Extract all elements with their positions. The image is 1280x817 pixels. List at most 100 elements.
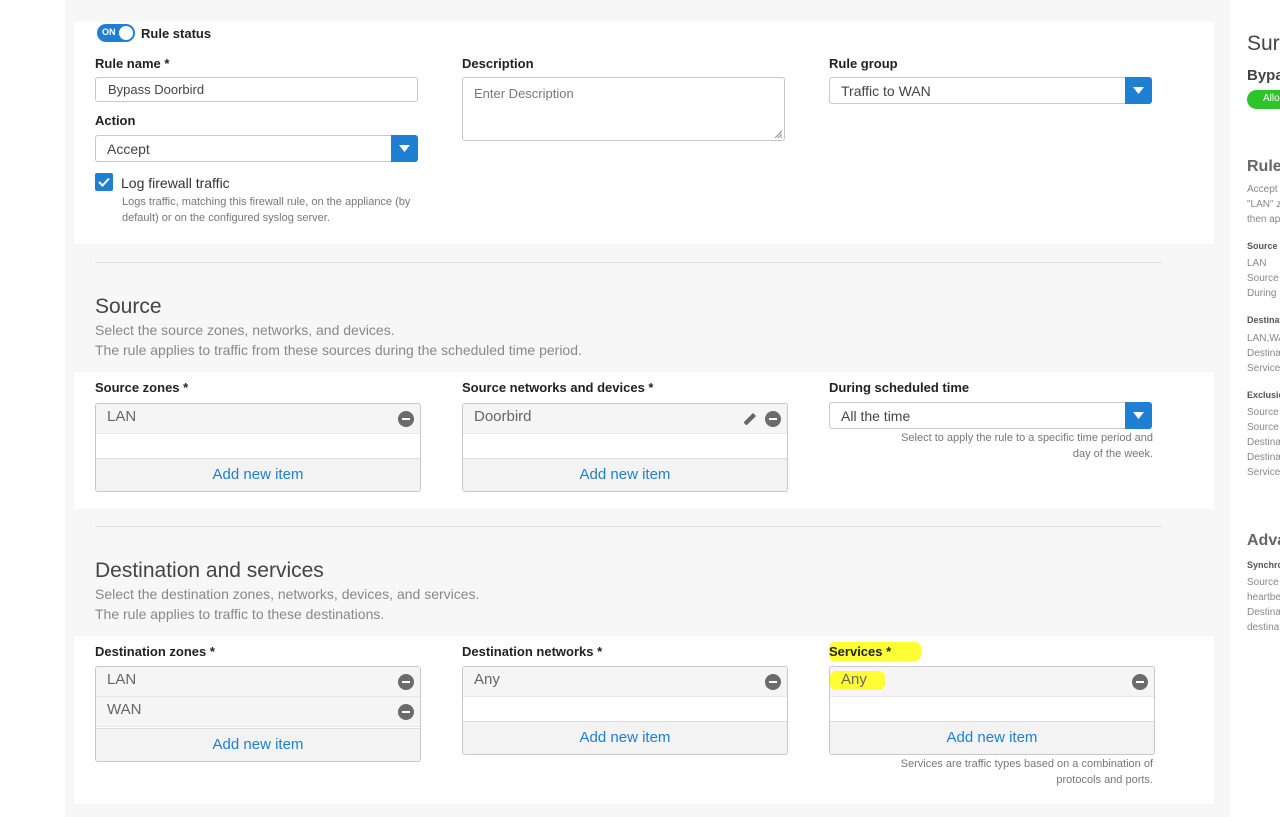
resize-handle-icon[interactable] [774, 130, 782, 138]
list-item: LAN [96, 667, 420, 697]
chevron-down-icon[interactable] [1125, 77, 1152, 104]
summary-source-line: Source [1247, 273, 1279, 284]
rule-group-select[interactable]: Traffic to WAN [829, 77, 1152, 104]
description-textarea[interactable]: Enter Description [462, 77, 785, 141]
summary-sync-line: Source [1247, 577, 1279, 588]
list-item-label: LAN [107, 671, 137, 688]
summary-exclusion-line: Destina [1247, 437, 1280, 448]
add-destination-zone-button[interactable]: Add new item [96, 728, 420, 761]
summary-exclusion-line: Source [1247, 422, 1279, 433]
destination-section-title: Destination and services [95, 559, 324, 582]
remove-icon[interactable] [398, 411, 414, 427]
summary-sync-line: heartbe [1247, 592, 1280, 603]
summary-destination-line: Service [1247, 363, 1280, 374]
summary-source-line: During [1247, 288, 1277, 299]
list-item-label: Doorbird [474, 408, 532, 425]
summary-rule-line: Accept [1247, 184, 1278, 195]
add-service-button[interactable]: Add new item [830, 721, 1154, 754]
source-networks-label: Source networks and devices * [462, 380, 654, 395]
section-divider [95, 262, 1162, 263]
schedule-select[interactable]: All the time [829, 402, 1152, 429]
list-item-label: WAN [107, 701, 142, 718]
add-source-network-button[interactable]: Add new item [463, 458, 787, 491]
schedule-hint-1: Select to apply the rule to a specific t… [901, 432, 1153, 444]
summary-exclusion-line: Destina [1247, 452, 1280, 463]
schedule-label: During scheduled time [829, 380, 970, 395]
remove-icon[interactable] [398, 704, 414, 720]
source-card: Source zones * LAN Add new item Source n… [74, 372, 1214, 509]
summary-title: Sur [1247, 32, 1280, 55]
remove-icon[interactable] [398, 674, 414, 690]
list-item: WAN [96, 697, 420, 727]
summary-source-heading: Source a [1247, 241, 1280, 251]
source-zones-list: LAN Add new item [95, 403, 421, 492]
destination-zones-list: LAN WAN Add new item [95, 666, 421, 762]
summary-rule-name: Bypa [1247, 67, 1280, 84]
services-hint-1: Services are traffic types based on a co… [900, 758, 1153, 770]
summary-sync-line: Destina [1247, 607, 1280, 618]
list-item: Doorbird [463, 404, 787, 434]
rule-group-value: Traffic to WAN [841, 83, 931, 99]
list-item-label: LAN [107, 408, 137, 425]
summary-exclusion-heading: Exclusio [1247, 390, 1280, 400]
left-gutter [0, 0, 65, 817]
edit-pencil-icon[interactable] [741, 410, 759, 428]
remove-icon[interactable] [765, 674, 781, 690]
destination-networks-list: Any Add new item [462, 666, 788, 755]
main-content: ON Rule status Rule name * Bypass Doorbi… [65, 0, 1230, 817]
list-item: Any [463, 667, 787, 697]
source-section-title: Source [95, 295, 162, 318]
log-traffic-label: Log firewall traffic [121, 175, 230, 191]
destination-desc-1: Select the destination zones, networks, … [95, 586, 480, 602]
source-zones-label: Source zones * [95, 380, 189, 395]
summary-rule-line: "LAN" z [1247, 199, 1280, 210]
log-traffic-checkbox[interactable] [95, 173, 113, 191]
rule-group-label: Rule group [829, 56, 898, 71]
summary-source-line: LAN [1247, 258, 1267, 269]
summary-exclusion-line: Service [1247, 467, 1280, 478]
action-select[interactable]: Accept [95, 135, 418, 162]
source-networks-list: Doorbird Add new item [462, 403, 788, 492]
rule-status-toggle[interactable]: ON [97, 24, 135, 42]
chevron-down-icon[interactable] [391, 135, 418, 162]
chevron-down-icon[interactable] [1125, 402, 1152, 429]
summary-sync-line: destina [1247, 622, 1280, 633]
source-desc-2: The rule applies to traffic from these s… [95, 342, 582, 358]
rule-settings-card: ON Rule status Rule name * Bypass Doorbi… [74, 22, 1214, 244]
check-icon [98, 177, 110, 187]
rule-status-label: Rule status [141, 26, 212, 41]
destination-networks-label: Destination networks * [462, 644, 603, 659]
remove-icon[interactable] [1132, 674, 1148, 690]
summary-exclusion-line: Source [1247, 407, 1279, 418]
toggle-knob [119, 26, 133, 40]
remove-icon[interactable] [765, 411, 781, 427]
summary-destination-heading: Destinat [1247, 315, 1280, 325]
description-placeholder: Enter Description [474, 86, 574, 101]
add-source-zone-button[interactable]: Add new item [96, 458, 420, 491]
list-item: Any [830, 667, 1154, 697]
rule-name-input[interactable]: Bypass Doorbird [95, 77, 418, 102]
list-item: LAN [96, 404, 420, 434]
add-destination-network-button[interactable]: Add new item [463, 721, 787, 754]
summary-destination-line: Destina [1247, 348, 1280, 359]
summary-rule-line: then ap [1247, 214, 1280, 225]
summary-destination-line: LAN,WA [1247, 333, 1280, 344]
destination-desc-2: The rule applies to traffic to these des… [95, 606, 385, 622]
toggle-state: ON [102, 27, 116, 37]
rule-name-label: Rule name * [95, 56, 170, 71]
schedule-value: All the time [841, 408, 911, 424]
action-value: Accept [107, 141, 150, 157]
log-traffic-hint-2: default) or on the configured syslog ser… [122, 212, 330, 224]
destination-card: Destination zones * LAN WAN Add new item… [74, 636, 1214, 804]
destination-zones-label: Destination zones * [95, 644, 215, 659]
services-list: Any Add new item [829, 666, 1155, 755]
source-desc-1: Select the source zones, networks, and d… [95, 322, 395, 338]
action-label: Action [95, 113, 136, 128]
summary-sync-heading: Synchro [1247, 560, 1280, 570]
services-hint-2: protocols and ports. [1056, 774, 1153, 786]
description-label: Description [462, 56, 534, 71]
summary-rule-heading: Rule [1247, 158, 1280, 175]
list-item-label: Any [474, 671, 500, 688]
services-label: Services * [829, 642, 922, 661]
summary-advanced-heading: Adva [1247, 532, 1280, 549]
